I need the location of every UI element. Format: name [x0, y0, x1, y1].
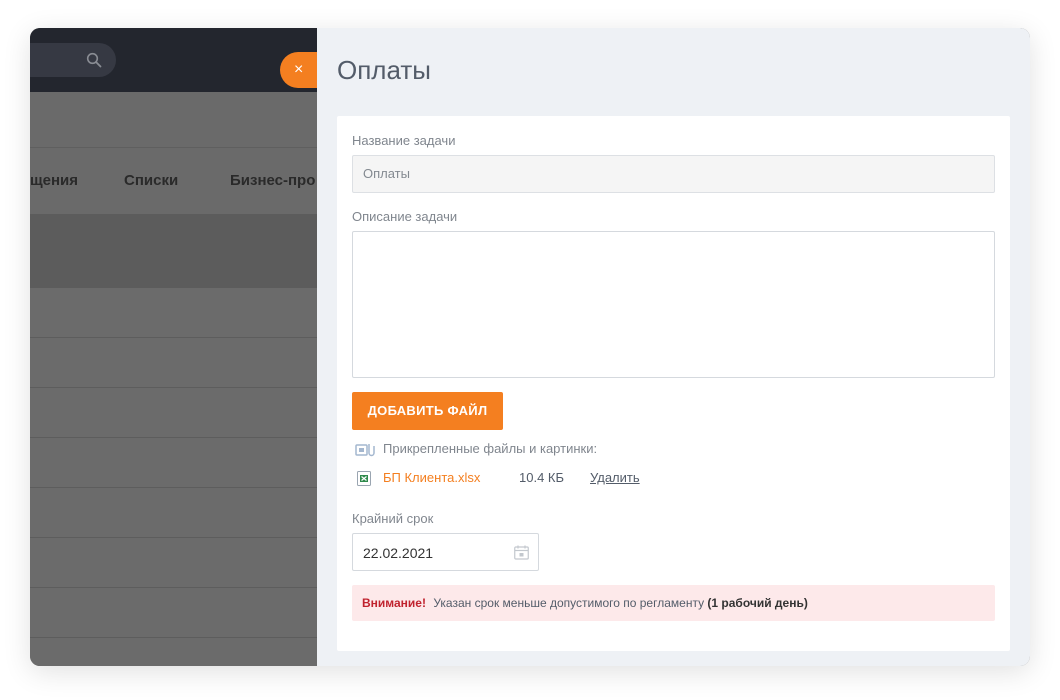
- attached-file-item: БП Клиента.xlsx 10.4 КБ Удалить: [355, 469, 755, 487]
- task-form-card: Название задачи Оплаты Описание задачи Д…: [337, 116, 1010, 651]
- task-description-label: Описание задачи: [352, 209, 458, 224]
- deadline-label: Крайний срок: [352, 511, 434, 526]
- background-search-field: [30, 43, 116, 77]
- background-app: щения Списки Бизнес-про: [30, 28, 317, 666]
- file-name-link[interactable]: БП Клиента.xlsx: [383, 470, 480, 485]
- attached-files-label: Прикрепленные файлы и картинки:: [383, 441, 598, 456]
- calendar-icon[interactable]: [514, 545, 529, 560]
- background-subheader: [30, 92, 317, 148]
- background-row: [30, 588, 317, 638]
- background-row: [30, 438, 317, 488]
- background-row: [30, 538, 317, 588]
- task-name-input[interactable]: Оплаты: [352, 155, 995, 193]
- background-row: [30, 388, 317, 438]
- page-title: Оплаты: [337, 55, 431, 85]
- background-row: [30, 288, 317, 338]
- attachment-icon: [355, 444, 375, 457]
- background-nav-item: Списки: [124, 172, 179, 189]
- background-nav-item: Бизнес-про: [230, 172, 316, 189]
- task-description-textarea[interactable]: [352, 231, 995, 378]
- window-frame: щения Списки Бизнес-про × Оплаты Названи…: [30, 28, 1030, 666]
- background-nav-item: щения: [30, 172, 79, 189]
- file-size: 10.4 КБ: [519, 470, 565, 485]
- deadline-warning-alert: Внимание! Указан срок меньше допустимого…: [352, 585, 995, 621]
- add-file-button[interactable]: ДОБАВИТЬ ФАЙЛ: [352, 392, 503, 430]
- background-rows: [30, 288, 317, 666]
- task-name-label: Название задачи: [352, 133, 456, 148]
- file-delete-link[interactable]: Удалить: [590, 470, 640, 485]
- background-topbar: [30, 28, 317, 92]
- deadline-date-value: 22.02.2021: [363, 545, 434, 561]
- task-panel: Оплаты Название задачи Оплаты Описание з…: [317, 28, 1030, 666]
- background-row: [30, 488, 317, 538]
- close-button[interactable]: ×: [280, 52, 320, 88]
- alert-bold-text: (1 рабочий день): [707, 596, 808, 610]
- background-band: [30, 214, 317, 288]
- close-icon: ×: [294, 61, 304, 78]
- background-nav: щения Списки Бизнес-про: [30, 148, 317, 214]
- alert-title: Внимание!: [362, 596, 426, 610]
- alert-text: Указан срок меньше допустимого по реглам…: [433, 596, 708, 610]
- search-icon: [86, 52, 102, 68]
- background-row: [30, 338, 317, 388]
- excel-icon: [357, 471, 371, 486]
- deadline-date-input[interactable]: 22.02.2021: [352, 533, 539, 571]
